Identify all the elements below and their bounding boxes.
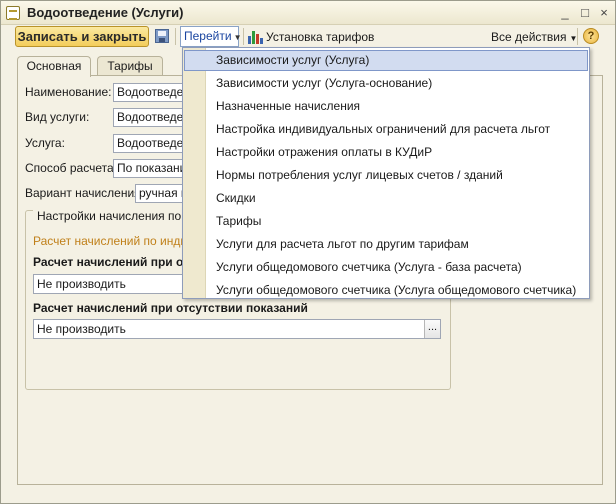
tab-tariffs[interactable]: Тарифы	[97, 56, 163, 76]
group-title: Настройки начисления по Инд	[33, 209, 183, 223]
select-button[interactable]: ...	[424, 320, 440, 338]
set-tariffs-button[interactable]: Установка тарифов	[266, 30, 374, 44]
menu-item[interactable]: Скидки	[184, 188, 588, 209]
name-field[interactable]: Водоотведение	[113, 83, 185, 102]
bar-chart-icon[interactable]	[248, 29, 264, 44]
charge-variant-field[interactable]: ручная на	[135, 184, 185, 203]
menu-item[interactable]: Настройки отражения оплаты в КУДиР	[184, 142, 588, 163]
goto-label: Перейти	[184, 29, 232, 43]
menu-item[interactable]: Настройка индивидуальных ограничений для…	[184, 119, 588, 140]
charge-variant-label: Вариант начисления:	[25, 186, 145, 200]
calc-method-label: Способ расчета:	[25, 161, 117, 175]
minimize-icon[interactable]: _	[557, 5, 573, 21]
tab-main[interactable]: Основная	[17, 56, 91, 77]
goto-button[interactable]: Перейти ▼	[180, 26, 242, 47]
menu-item[interactable]: Нормы потребления услуг лицевых счетов /…	[184, 165, 588, 186]
close-icon[interactable]: ×	[596, 5, 612, 21]
maximize-icon[interactable]: □	[577, 5, 593, 21]
main-window: Водоотведение (Услуги) _ □ × Записать и …	[0, 0, 616, 504]
toolbar-separator	[577, 28, 578, 45]
menu-item[interactable]: Назначенные начисления	[184, 96, 588, 117]
calc-field-2-value: Не производить	[37, 322, 126, 336]
save-and-close-button[interactable]: Записать и закрыть	[15, 26, 149, 47]
chevron-down-icon: ▼	[233, 33, 242, 42]
help-icon[interactable]: ?	[583, 28, 599, 44]
menu-item[interactable]: Тарифы	[184, 211, 588, 232]
individual-calc-link[interactable]: Расчет начислений по индивид	[33, 234, 183, 248]
calc-heading-2: Расчет начислений при отсутствии показан…	[33, 301, 308, 315]
calc-field-2[interactable]: Не производить ...	[33, 319, 441, 339]
title-bar: Водоотведение (Услуги) _ □ ×	[1, 1, 615, 25]
service-field[interactable]: Водоотведение	[113, 134, 185, 153]
menu-item[interactable]: Услуги общедомового счетчика (Услуга - б…	[184, 257, 588, 278]
service-kind-label: Вид услуги:	[25, 110, 90, 124]
menu-item[interactable]: Услуги общедомового счетчика (Услуга общ…	[184, 280, 588, 301]
all-actions-button[interactable]: Все действия ▼	[491, 30, 577, 44]
calc-heading-1: Расчет начислений при о	[33, 255, 183, 269]
all-actions-label: Все действия	[491, 30, 567, 44]
form-icon	[6, 6, 20, 20]
service-label: Услуга:	[25, 136, 65, 150]
calc-method-field[interactable]: По показаниям	[113, 159, 185, 178]
goto-dropdown-menu: Зависимости услуг (Услуга) Зависимости ус…	[182, 47, 590, 299]
menu-item[interactable]: Зависимости услуг (Услуга-основание)	[184, 73, 588, 94]
toolbar: Записать и закрыть Перейти ▼ Установка та…	[1, 25, 615, 49]
name-label: Наименование:	[25, 85, 112, 99]
toolbar-separator	[175, 28, 176, 45]
toolbar-separator	[243, 28, 244, 45]
service-kind-field[interactable]: Водоотведение	[113, 108, 185, 127]
menu-item[interactable]: Зависимости услуг (Услуга)	[184, 50, 588, 71]
menu-item[interactable]: Услуги для расчета льгот по другим тариф…	[184, 234, 588, 255]
window-title: Водоотведение (Услуги)	[27, 5, 184, 20]
calc-field-1-value: Не производить	[37, 277, 126, 291]
save-icon[interactable]	[155, 29, 169, 43]
